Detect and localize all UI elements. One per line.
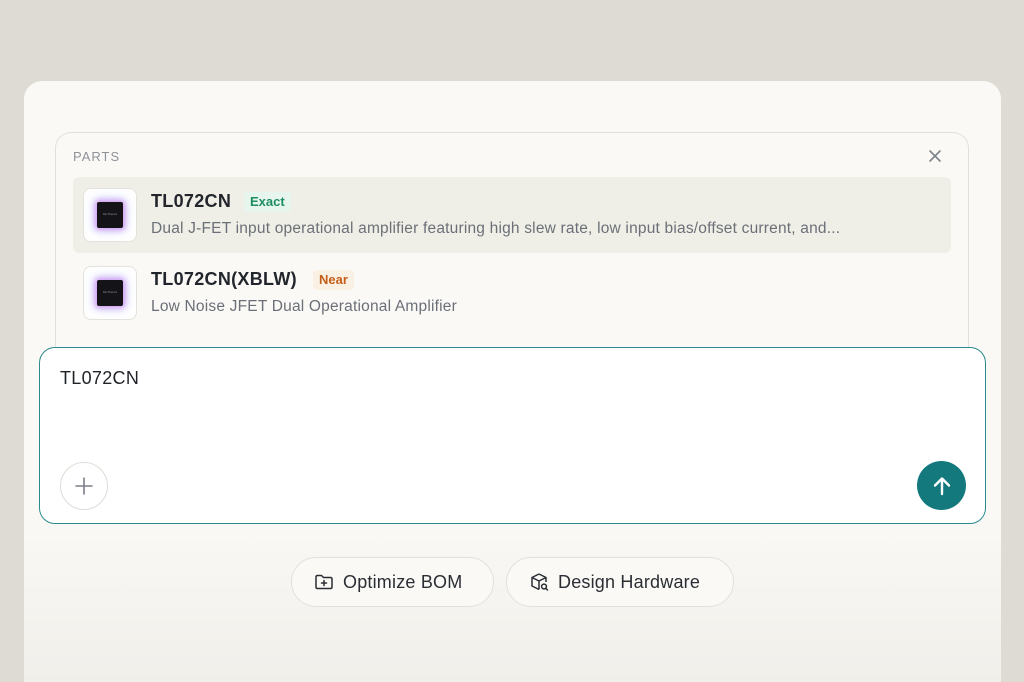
design-hardware-button[interactable]: Design Hardware [506, 557, 734, 607]
part-description: Dual J-FET input operational amplifier f… [151, 220, 841, 237]
app-frame: PARTS PartSenia TL072CN Exact Dual J-FET… [0, 0, 1024, 682]
message-input[interactable]: TL072CN [60, 368, 139, 389]
send-button[interactable] [917, 461, 966, 510]
add-attachment-button[interactable] [60, 462, 108, 510]
parts-suggestion-panel: PARTS PartSenia TL072CN Exact Dual J-FET… [55, 132, 969, 372]
chip-icon: PartSenia [97, 202, 123, 228]
part-name: TL072CN [151, 191, 232, 211]
close-parts-button[interactable] [924, 145, 946, 167]
arrow-up-icon [933, 476, 950, 495]
message-composer[interactable]: TL072CN [39, 347, 986, 524]
chip-icon: PartSenia [97, 280, 123, 306]
part-description: Low Noise JFET Dual Operational Amplifie… [151, 298, 457, 315]
optimize-bom-button[interactable]: Optimize BOM [291, 557, 494, 607]
quick-actions: Optimize BOM Design Hardware [291, 557, 734, 607]
part-thumbnail: PartSenia [83, 266, 137, 320]
chip-logo-text: PartSenia [102, 290, 118, 294]
main-card: PARTS PartSenia TL072CN Exact Dual J-FET… [24, 81, 1001, 682]
package-search-icon [529, 572, 549, 592]
part-thumbnail: PartSenia [83, 188, 137, 242]
optimize-bom-label: Optimize BOM [343, 571, 463, 592]
match-badge-near: Near [313, 270, 354, 290]
part-item-tl072cn[interactable]: PartSenia TL072CN Exact Dual J-FET input… [73, 177, 951, 253]
chip-logo-text: PartSenia [102, 212, 118, 216]
close-icon [929, 150, 941, 162]
plus-icon [75, 477, 93, 495]
part-name: TL072CN(XBLW) [151, 269, 297, 289]
folder-plus-icon [314, 572, 334, 592]
design-hardware-label: Design Hardware [558, 571, 701, 592]
match-badge-exact: Exact [244, 192, 291, 212]
parts-panel-title: PARTS [73, 149, 121, 164]
part-item-tl072cn-xblw[interactable]: PartSenia TL072CN(XBLW) Near Low Noise J… [73, 255, 951, 331]
